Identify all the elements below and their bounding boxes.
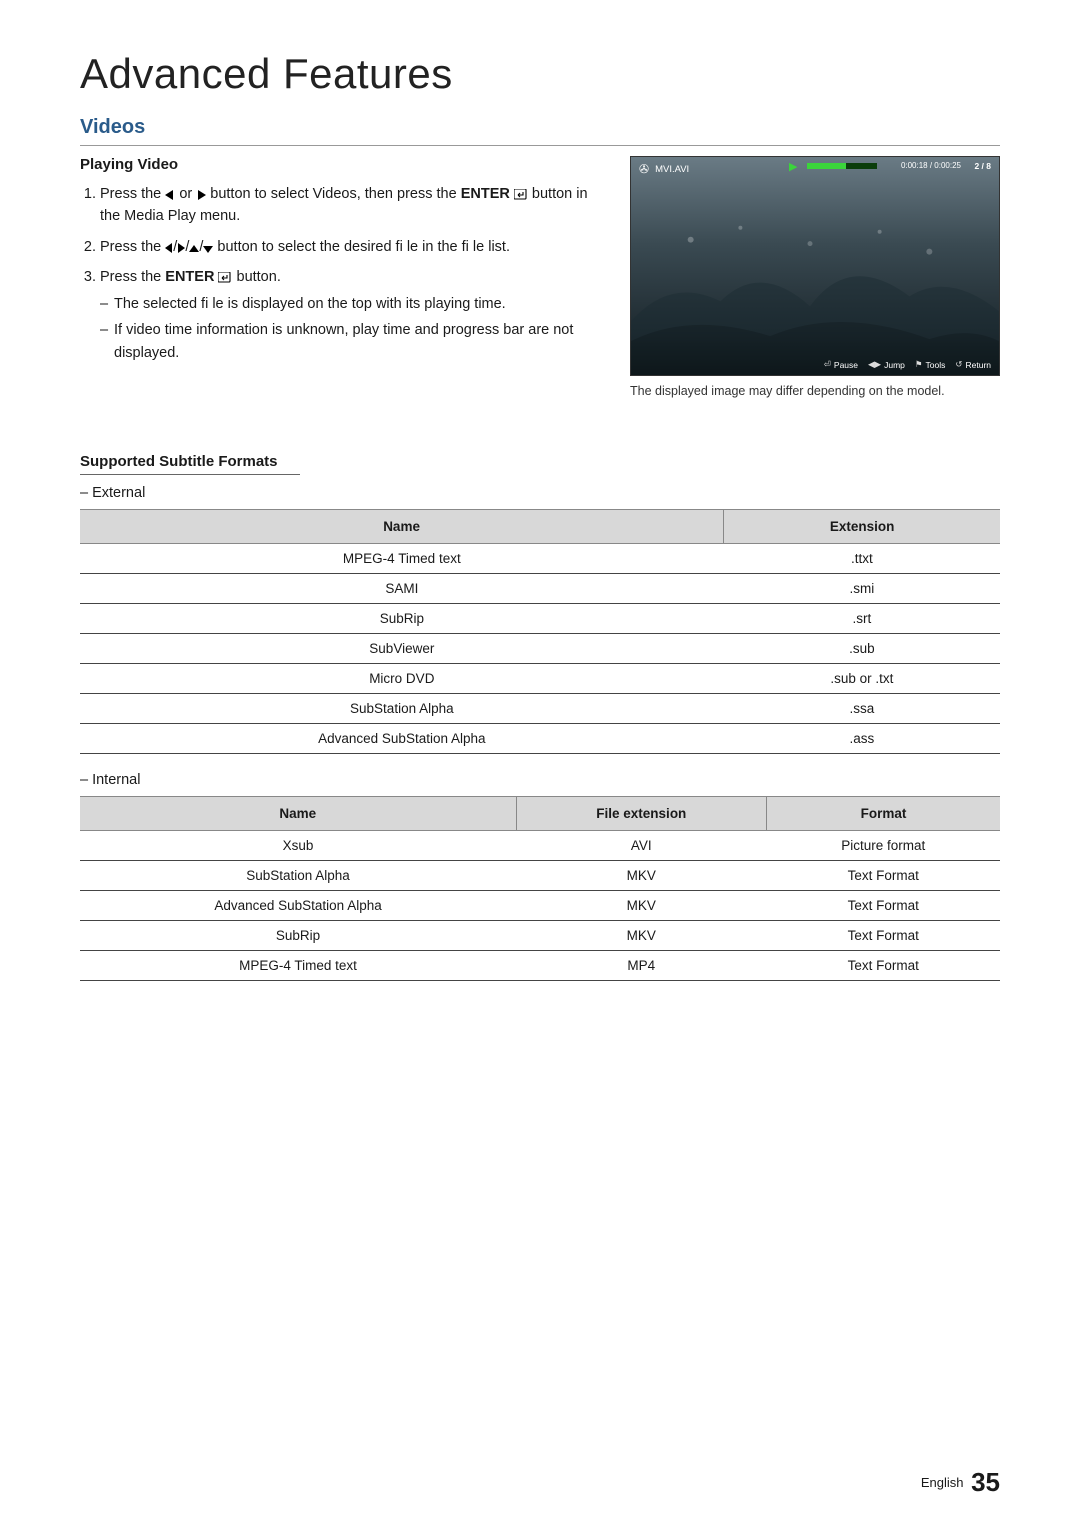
return-key-icon: ↺: [955, 359, 962, 370]
step3-text-a: Press the: [100, 269, 165, 285]
step3-bullet-2: If video time information is unknown, pl…: [114, 319, 610, 364]
step3-text-b: button.: [237, 269, 281, 285]
step1-text-c: button to select Videos, then press the: [210, 186, 460, 202]
left-arrow-icon: [165, 239, 173, 255]
step-2: Press the /// button to select the desir…: [100, 236, 610, 258]
bb-return: Return: [965, 360, 991, 370]
bb-tools: Tools: [926, 360, 946, 370]
playing-video-heading: Playing Video: [80, 156, 610, 173]
step-1: Press the or button to select Videos, th…: [100, 183, 610, 228]
film-reel-icon: ✇: [639, 162, 649, 176]
video-progress-bar: [807, 163, 877, 169]
page-footer: English 35: [921, 1467, 1000, 1498]
internal-subtitle-table: Name File extension Format XsubAVIPictur…: [80, 796, 1000, 981]
table-row: MPEG-4 Timed textMP4Text Format: [80, 951, 1000, 981]
step-3: Press the ENTER button. The selected fi …: [100, 266, 610, 364]
step3-enter-label: ENTER: [165, 269, 214, 285]
video-scenery-art: [631, 182, 999, 376]
video-caption-note: The displayed image may differ depending…: [630, 384, 1000, 398]
leftright-icon: ◀▶: [868, 359, 881, 370]
play-indicator-icon: ▶: [789, 160, 797, 173]
bb-jump: Jump: [884, 360, 905, 370]
video-bottom-bar: ⏎Pause ◀▶Jump ⚑Tools ↺Return: [824, 359, 991, 370]
table-row: Advanced SubStation AlphaMKVText Format: [80, 891, 1000, 921]
right-arrow-icon: [196, 186, 206, 202]
footer-language: English: [921, 1475, 964, 1490]
step2-text-a: Press the: [100, 239, 165, 255]
table-row: XsubAVIPicture format: [80, 831, 1000, 861]
int-th-name: Name: [80, 797, 516, 831]
left-arrow-icon: [165, 186, 175, 202]
external-label: External: [80, 485, 1000, 501]
supported-subtitle-heading: Supported Subtitle Formats: [80, 453, 300, 475]
step1-enter-label: ENTER: [461, 186, 510, 202]
up-arrow-icon: [189, 239, 199, 255]
enter-icon: [514, 186, 528, 202]
table-row: Advanced SubStation Alpha.ass: [80, 724, 1000, 754]
ext-th-name: Name: [80, 510, 724, 544]
bb-pause: Pause: [834, 360, 858, 370]
step1-text-b: or: [179, 186, 196, 202]
playing-steps-list: Press the or button to select Videos, th…: [80, 183, 610, 364]
table-row: MPEG-4 Timed text.ttxt: [80, 544, 1000, 574]
table-row: SubRip.srt: [80, 604, 1000, 634]
video-filename: MVI.AVI: [655, 164, 689, 175]
table-row: SubStation AlphaMKVText Format: [80, 861, 1000, 891]
table-row: SAMI.smi: [80, 574, 1000, 604]
table-row: Micro DVD.sub or .txt: [80, 664, 1000, 694]
down-arrow-icon: [203, 239, 213, 255]
step3-bullet-1: The selected fi le is displayed on the t…: [114, 293, 610, 315]
enter-key-icon: ⏎: [824, 359, 831, 370]
video-counter: 2 / 8: [974, 161, 991, 171]
section-title-videos: Videos: [80, 116, 1000, 146]
table-row: SubStation Alpha.ssa: [80, 694, 1000, 724]
table-row: SubRipMKVText Format: [80, 921, 1000, 951]
page-header-title: Advanced Features: [80, 50, 1000, 98]
tools-key-icon: ⚑: [915, 359, 923, 370]
step2-text-b: button to select the desired fi le in th…: [217, 239, 510, 255]
external-subtitle-table: Name Extension MPEG-4 Timed text.ttxt SA…: [80, 509, 1000, 754]
step1-text-a: Press the: [100, 186, 165, 202]
ext-th-ext: Extension: [724, 510, 1000, 544]
table-row: SubViewer.sub: [80, 634, 1000, 664]
internal-label: Internal: [80, 772, 1000, 788]
footer-page-number: 35: [971, 1467, 1000, 1497]
int-th-fext: File extension: [516, 797, 766, 831]
enter-icon: [218, 269, 232, 285]
int-th-fmt: Format: [767, 797, 1000, 831]
video-preview-frame: ✇ MVI.AVI ▶ 0:00:18 / 0:00:25 2 / 8 ⏎Pau…: [630, 156, 1000, 376]
video-timecode: 0:00:18 / 0:00:25: [901, 161, 961, 170]
right-arrow-icon: [177, 239, 185, 255]
